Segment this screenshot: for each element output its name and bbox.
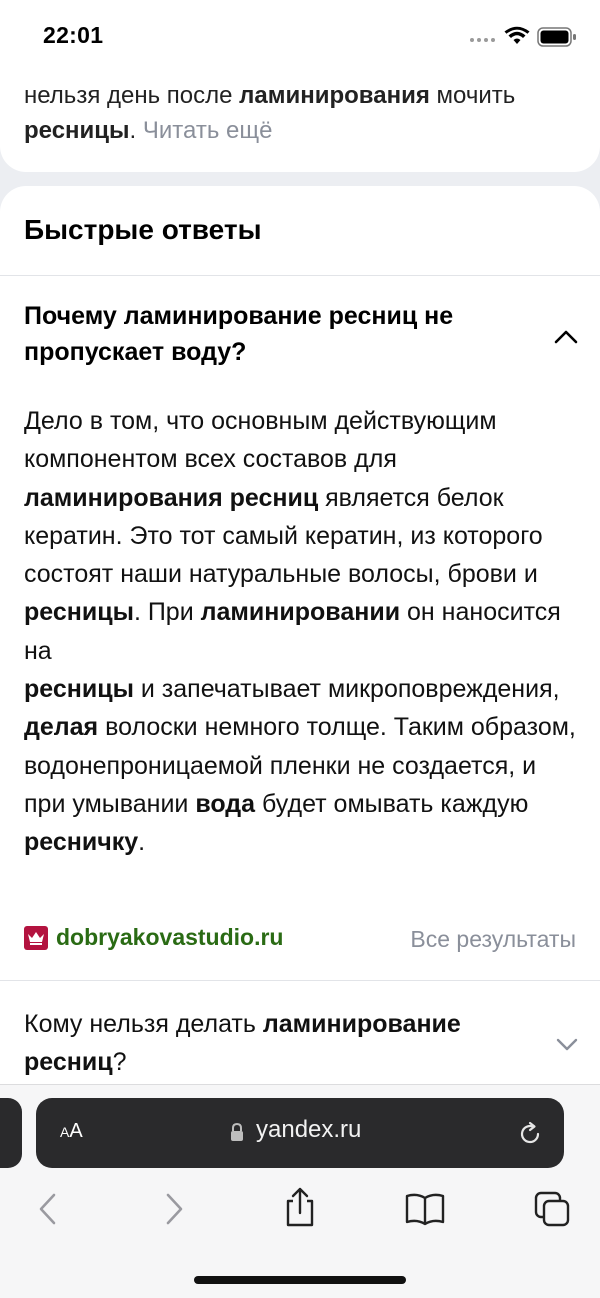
url-text[interactable]: yandex.ru xyxy=(256,1116,361,1144)
snippet-text: мочить xyxy=(429,82,516,109)
divider xyxy=(0,980,600,981)
back-button[interactable] xyxy=(36,1192,58,1226)
question-1-answer: Дело в том, что основным действующим ком… xyxy=(24,402,584,862)
signal-dots-icon xyxy=(470,38,495,42)
question-text: ? xyxy=(112,1048,127,1076)
reload-icon[interactable] xyxy=(516,1120,544,1148)
bookmarks-button[interactable] xyxy=(404,1192,446,1226)
answer-text: . xyxy=(138,828,146,857)
chevron-down-icon[interactable] xyxy=(556,1037,578,1051)
share-button[interactable] xyxy=(282,1186,318,1228)
question-text: Кому нельзя делать xyxy=(24,1010,263,1038)
answer-bold: ламинирования ресниц xyxy=(24,483,319,512)
answer-bold: ламинировании xyxy=(200,598,401,627)
question-1-title[interactable]: Почему ламинирование ресниц не пропускае… xyxy=(24,298,544,370)
battery-icon xyxy=(537,27,576,47)
divider xyxy=(0,275,600,276)
status-bar: 22:01 xyxy=(0,0,600,74)
snippet-bold: ресницы xyxy=(24,117,130,144)
answer-bold: ресницы xyxy=(24,598,134,627)
question-2-title[interactable]: Кому нельзя делать ламинирование ресниц? xyxy=(24,1005,544,1081)
source-link[interactable]: dobryakovastudio.ru xyxy=(56,924,283,951)
chevron-up-icon[interactable] xyxy=(554,328,578,344)
answer-text: . При xyxy=(133,598,201,627)
reader-settings-button[interactable]: AA xyxy=(60,1120,83,1143)
status-time: 22:01 xyxy=(43,22,104,48)
answer-bold: вода xyxy=(195,789,256,818)
tabs-button[interactable] xyxy=(532,1190,572,1228)
quick-answers-title: Быстрые ответы xyxy=(24,214,262,245)
forward-button[interactable] xyxy=(164,1192,186,1226)
home-indicator xyxy=(194,1276,406,1284)
previous-snippet: нельзя день после ламинирования мочить р… xyxy=(24,78,584,148)
lock-icon xyxy=(231,1122,243,1141)
answer-text: будет омывать каждую xyxy=(255,789,529,818)
address-bar[interactable]: AA yandex.ru xyxy=(36,1098,564,1168)
answer-text: и запечатывает микроповреждения, xyxy=(133,675,560,704)
wifi-icon xyxy=(504,26,530,44)
read-more-link[interactable]: Читать ещё xyxy=(143,117,273,144)
snippet-text: . xyxy=(129,117,143,144)
answer-bold: ресничку xyxy=(24,828,139,857)
crown-icon xyxy=(24,925,48,950)
snippet-text: нельзя день после xyxy=(24,82,240,109)
answer-bold: ресницы xyxy=(24,675,134,704)
answer-text: Дело в том, что основным действующим ком… xyxy=(24,407,497,474)
snippet-bold: ламинирования xyxy=(239,82,430,109)
answer-source[interactable]: dobryakovastudio.ru xyxy=(24,924,283,951)
answer-bold: делая xyxy=(24,713,99,742)
previous-tab-preview[interactable] xyxy=(0,1098,22,1168)
all-results-link[interactable]: Все результаты xyxy=(410,926,576,953)
